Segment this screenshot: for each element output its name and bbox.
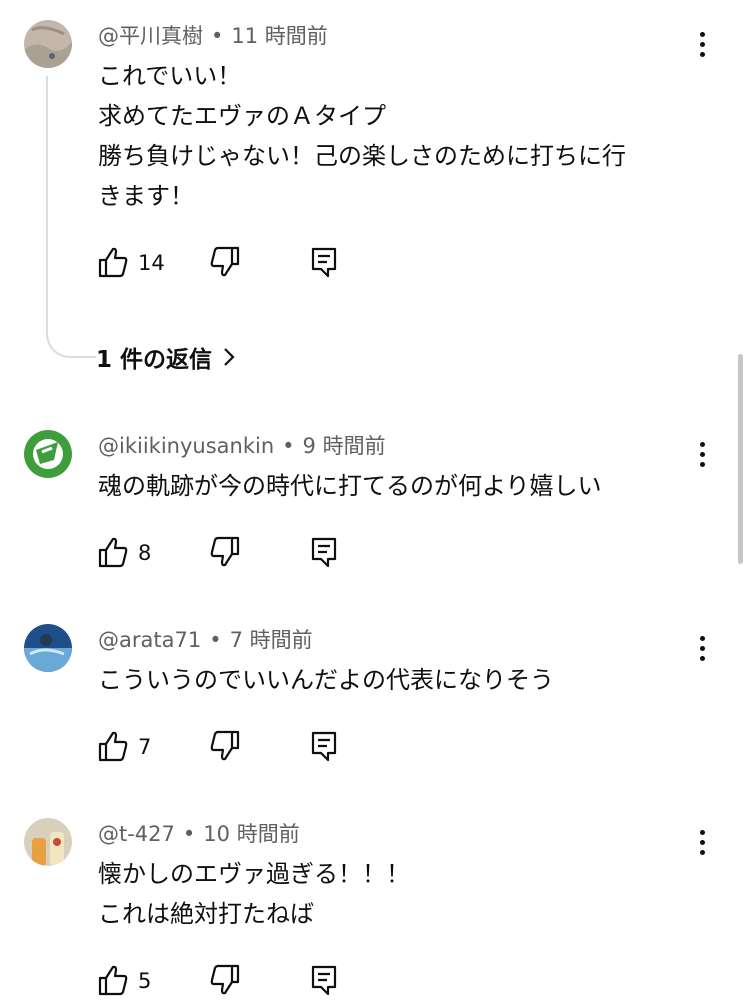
- view-replies-button[interactable]: 1 件の返信: [96, 340, 236, 380]
- chevron-right-icon: [222, 340, 236, 380]
- comment-text: 魂の軌跡が今の時代に打てるのが何より嬉しい: [98, 466, 602, 506]
- reply-button[interactable]: [310, 729, 340, 765]
- comment-meta: @ikiikinyusankin • 9 時間前: [98, 431, 386, 461]
- like-count: 14: [138, 251, 165, 275]
- comment-meta: @arata71 • 7 時間前: [98, 625, 313, 655]
- comment-meta: @t-427 • 10 時間前: [98, 819, 300, 849]
- like-count: 8: [138, 541, 152, 565]
- replies-label: 1 件の返信: [96, 347, 213, 373]
- comment-text: これでいい！ 求めてたエヴァのＡタイプ 勝ち負けじゃない！己の楽しさのために打ち…: [98, 56, 626, 216]
- comment-line: きます！: [98, 182, 194, 210]
- comment-time[interactable]: 9 時間前: [303, 434, 386, 458]
- comment-line: 求めてたエヴァのＡタイプ: [98, 102, 386, 130]
- comment-text: 懐かしのエヴァ過ぎる！！！ これは絶対打たねば: [98, 854, 410, 934]
- thumbs-down-icon: [210, 536, 240, 567]
- avatar[interactable]: [24, 20, 72, 68]
- author-name[interactable]: @ikiikinyusankin: [98, 434, 274, 458]
- comment-line: 勝ち負けじゃない！己の楽しさのために打ちに行: [98, 142, 626, 170]
- like-button[interactable]: 7: [98, 729, 178, 765]
- dislike-button[interactable]: [210, 729, 242, 765]
- reply-comment-icon: [311, 537, 337, 568]
- separator-dot: •: [282, 434, 295, 458]
- reply-button[interactable]: [310, 963, 340, 999]
- comment-time[interactable]: 11 時間前: [231, 24, 327, 48]
- dislike-button[interactable]: [210, 535, 242, 571]
- dislike-button[interactable]: [210, 963, 242, 999]
- thumbs-up-icon: [98, 537, 128, 568]
- reply-comment-icon: [311, 965, 337, 996]
- thumbs-down-icon: [210, 964, 240, 995]
- more-vertical-icon[interactable]: [690, 824, 714, 860]
- comment-text: こういうのでいいんだよの代表になりそう: [98, 660, 554, 700]
- comment-line: 魂の軌跡が今の時代に打てるのが何より嬉しい: [98, 472, 602, 500]
- thumbs-up-icon: [98, 965, 128, 996]
- reply-button[interactable]: [310, 535, 340, 571]
- dislike-button[interactable]: [210, 245, 242, 281]
- comment-meta: @平川真樹 • 11 時間前: [98, 21, 328, 51]
- avatar[interactable]: [24, 818, 72, 866]
- reply-thread-line: [46, 76, 96, 358]
- separator-dot: •: [182, 822, 196, 846]
- reply-comment-icon: [311, 731, 337, 762]
- author-name[interactable]: @arata71: [98, 628, 201, 652]
- comment-line: 懐かしのエヴァ過ぎる！！！: [98, 860, 410, 888]
- like-count: 7: [138, 735, 152, 759]
- reply-comment-icon: [311, 247, 337, 278]
- avatar[interactable]: [24, 624, 72, 672]
- more-vertical-icon[interactable]: [690, 630, 714, 666]
- thumbs-down-icon: [210, 730, 240, 761]
- thumbs-down-icon: [210, 246, 240, 277]
- separator-dot: •: [211, 24, 224, 48]
- like-button[interactable]: 5: [98, 963, 178, 999]
- thumbs-up-icon: [98, 247, 128, 278]
- reply-button[interactable]: [310, 245, 340, 281]
- avatar[interactable]: [24, 430, 72, 478]
- author-name[interactable]: @t-427: [98, 822, 175, 846]
- scrollbar[interactable]: [738, 354, 743, 564]
- like-button[interactable]: 14: [98, 245, 178, 281]
- comment-line: これは絶対打たねば: [98, 900, 314, 928]
- separator-dot: •: [209, 628, 222, 652]
- like-count: 5: [138, 969, 152, 993]
- more-vertical-icon[interactable]: [690, 436, 714, 472]
- more-vertical-icon[interactable]: [690, 26, 714, 62]
- comment-time[interactable]: 7 時間前: [230, 628, 313, 652]
- like-button[interactable]: 8: [98, 535, 178, 571]
- comment-time[interactable]: 10 時間前: [203, 822, 299, 846]
- comment-line: これでいい！: [98, 62, 242, 90]
- author-name[interactable]: @平川真樹: [98, 24, 203, 48]
- comment-line: こういうのでいいんだよの代表になりそう: [98, 666, 554, 694]
- thumbs-up-icon: [98, 731, 128, 762]
